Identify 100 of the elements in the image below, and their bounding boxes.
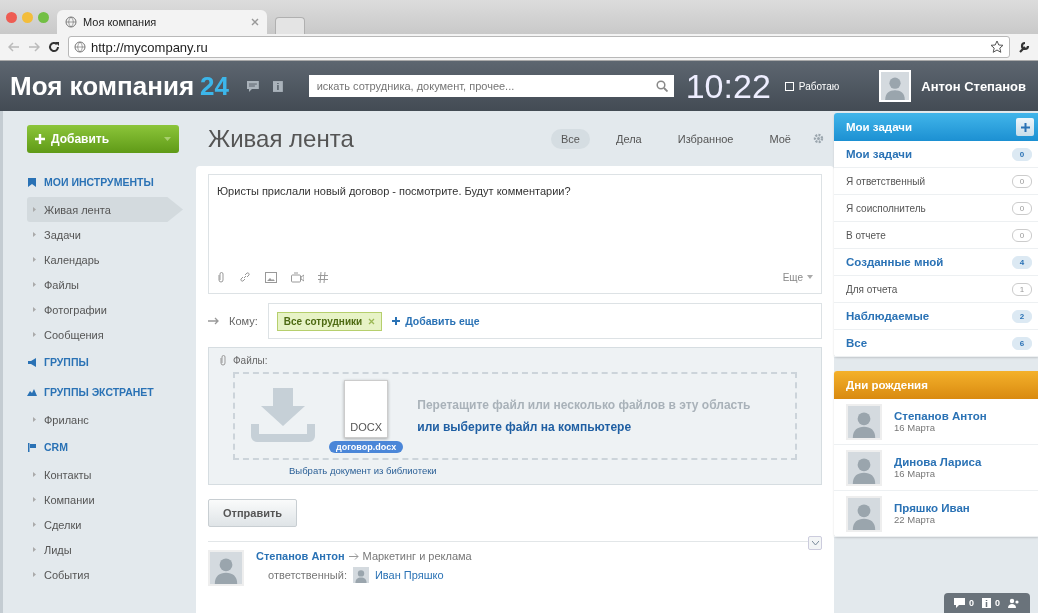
library-link[interactable]: Выбрать документ из библиотеки bbox=[289, 465, 437, 476]
arrow-icon bbox=[208, 317, 219, 325]
filter-tab[interactable]: Моё bbox=[759, 128, 801, 149]
recipient-field[interactable]: Все сотрудники Добавить еще bbox=[267, 303, 822, 339]
add-recipient-link[interactable]: Добавить еще bbox=[392, 315, 480, 327]
sidebar-item[interactable]: Лиды bbox=[27, 537, 175, 562]
filter-tab[interactable]: Избранное bbox=[667, 128, 744, 149]
sidebar-item[interactable]: Сообщения bbox=[27, 322, 175, 347]
person-name[interactable]: Степанов Антон bbox=[894, 410, 987, 422]
sidebar-item[interactable]: События bbox=[27, 562, 175, 587]
sidebar-item[interactable]: Контакты bbox=[27, 462, 175, 487]
star-icon[interactable] bbox=[990, 40, 1004, 54]
back-icon[interactable] bbox=[8, 42, 20, 52]
count-badge: 0 bbox=[1012, 201, 1032, 215]
sidebar-item[interactable]: Фриланс bbox=[27, 407, 175, 432]
sidebar-item[interactable]: Файлы bbox=[27, 272, 175, 297]
more-button[interactable]: Еще bbox=[782, 271, 813, 283]
avatar-placeholder bbox=[846, 495, 882, 532]
task-filter-item[interactable]: Я ответственный 0 bbox=[834, 168, 1038, 195]
browser-tab[interactable]: Моя компания bbox=[57, 10, 267, 34]
paperclip-icon[interactable] bbox=[217, 271, 225, 283]
plus-icon bbox=[35, 134, 45, 144]
post-menu-button[interactable] bbox=[808, 536, 822, 550]
choose-file-link[interactable]: или выберите файл на компьютере bbox=[417, 420, 751, 434]
files-label: Файлы: bbox=[233, 354, 268, 366]
sidebar-item[interactable]: Фотографии bbox=[27, 297, 175, 322]
sidebar-item[interactable]: Задачи bbox=[27, 222, 175, 247]
search-icon[interactable] bbox=[655, 80, 668, 92]
person-name[interactable]: Динова Лариса bbox=[894, 456, 982, 468]
bullet-icon bbox=[33, 307, 36, 312]
bullet-icon bbox=[33, 232, 36, 237]
filter-tab[interactable]: Дела bbox=[605, 128, 652, 149]
filter-tab[interactable]: Все bbox=[551, 128, 590, 149]
task-filter-item[interactable]: Наблюдаемые 2 bbox=[834, 303, 1038, 330]
avatar-placeholder bbox=[846, 449, 882, 486]
people-icon[interactable] bbox=[1008, 598, 1020, 608]
sidebar-item[interactable]: Сделки bbox=[27, 512, 175, 537]
count-badge: 0 bbox=[1012, 147, 1032, 161]
task-filter-item[interactable]: Я соисполнитель 0 bbox=[834, 195, 1038, 222]
author-link[interactable]: Степанов Антон bbox=[256, 550, 345, 562]
close-window-button[interactable] bbox=[6, 11, 17, 23]
send-button[interactable]: Отправить bbox=[208, 499, 298, 527]
panel-title: Дни рождения bbox=[846, 379, 929, 391]
section-heading[interactable]: МОИ ИНСТРУМЕНТЫ bbox=[44, 176, 154, 188]
plus-icon bbox=[1020, 123, 1030, 132]
info-icon[interactable] bbox=[982, 598, 991, 608]
paperclip-icon bbox=[219, 354, 227, 366]
file-name: договор.docx bbox=[329, 440, 404, 453]
status-label[interactable]: Работаю bbox=[798, 80, 840, 92]
bullet-icon bbox=[33, 282, 36, 287]
video-camera-icon[interactable] bbox=[291, 271, 304, 283]
search-field[interactable]: искать сотрудника, документ, прочее... bbox=[308, 75, 674, 97]
chat-icon[interactable] bbox=[247, 80, 259, 92]
task-filter-item[interactable]: Созданные мной 4 bbox=[834, 249, 1038, 276]
settings-icon[interactable] bbox=[813, 133, 824, 144]
message-input[interactable]: Юристы прислали новый договор - посмотрите. Будут комментарии? Еще bbox=[208, 174, 822, 294]
close-tab-icon[interactable] bbox=[251, 18, 259, 26]
task-filter-item[interactable]: В отчете 0 bbox=[834, 222, 1038, 249]
sidebar-item[interactable]: Живая лента bbox=[27, 197, 183, 222]
sidebar-item[interactable]: Календарь bbox=[27, 247, 175, 272]
caret-icon bbox=[807, 275, 813, 279]
section-heading[interactable]: ГРУППЫ ЭКСТРАНЕТ bbox=[44, 386, 154, 398]
person-name[interactable]: Пряшко Иван bbox=[894, 502, 970, 514]
add-task-button[interactable] bbox=[1016, 118, 1034, 136]
sidebar-item[interactable]: Компании bbox=[27, 487, 175, 512]
bookmark-icon bbox=[27, 176, 37, 188]
zoom-window-button[interactable] bbox=[38, 11, 49, 23]
bullet-icon bbox=[33, 522, 36, 527]
reload-icon[interactable] bbox=[48, 41, 60, 53]
globe-icon bbox=[65, 16, 77, 28]
avatar-placeholder bbox=[846, 403, 882, 440]
caret-icon bbox=[164, 137, 171, 141]
chat-icon[interactable] bbox=[953, 598, 965, 608]
info-icon[interactable] bbox=[272, 80, 283, 92]
image-icon[interactable] bbox=[265, 271, 277, 283]
link-icon[interactable] bbox=[239, 271, 251, 283]
responsible-link[interactable]: Иван Пряшко bbox=[374, 569, 444, 581]
logo-text[interactable]: Моя компания bbox=[10, 70, 195, 102]
user-name[interactable]: Антон Степанов bbox=[921, 78, 1026, 94]
document-icon[interactable]: DOCX bbox=[344, 379, 389, 438]
section-heading[interactable]: CRM bbox=[44, 441, 68, 453]
recipient-tag[interactable]: Все сотрудники bbox=[276, 311, 383, 331]
hashtag-icon[interactable] bbox=[318, 271, 328, 283]
section-heading[interactable]: ГРУППЫ bbox=[44, 356, 89, 368]
forward-icon[interactable] bbox=[28, 42, 40, 52]
wrench-icon[interactable] bbox=[1018, 41, 1030, 53]
task-filter-item[interactable]: Для отчета 1 bbox=[834, 276, 1038, 303]
avatar-placeholder bbox=[879, 70, 912, 102]
task-filter-item[interactable]: Все 6 bbox=[834, 330, 1038, 357]
new-tab-button[interactable] bbox=[275, 17, 305, 34]
birthday-date: 16 Марта bbox=[894, 422, 937, 433]
address-bar[interactable]: http://mycompany.ru bbox=[68, 36, 1010, 58]
download-icon bbox=[251, 388, 315, 444]
drop-zone[interactable]: DOCX договор.docx Перетащите файл или несколько файлов в эту область или выберите файл на компьютере bbox=[233, 372, 797, 460]
url-text: http://mycompany.ru bbox=[91, 39, 208, 55]
remove-icon[interactable] bbox=[368, 317, 376, 325]
panel-title: Мои задачи bbox=[846, 121, 913, 133]
status-checkbox[interactable] bbox=[784, 81, 794, 91]
count-badge: 0 bbox=[1012, 174, 1032, 188]
task-filter-item[interactable]: Мои задачи 0 bbox=[834, 141, 1038, 168]
